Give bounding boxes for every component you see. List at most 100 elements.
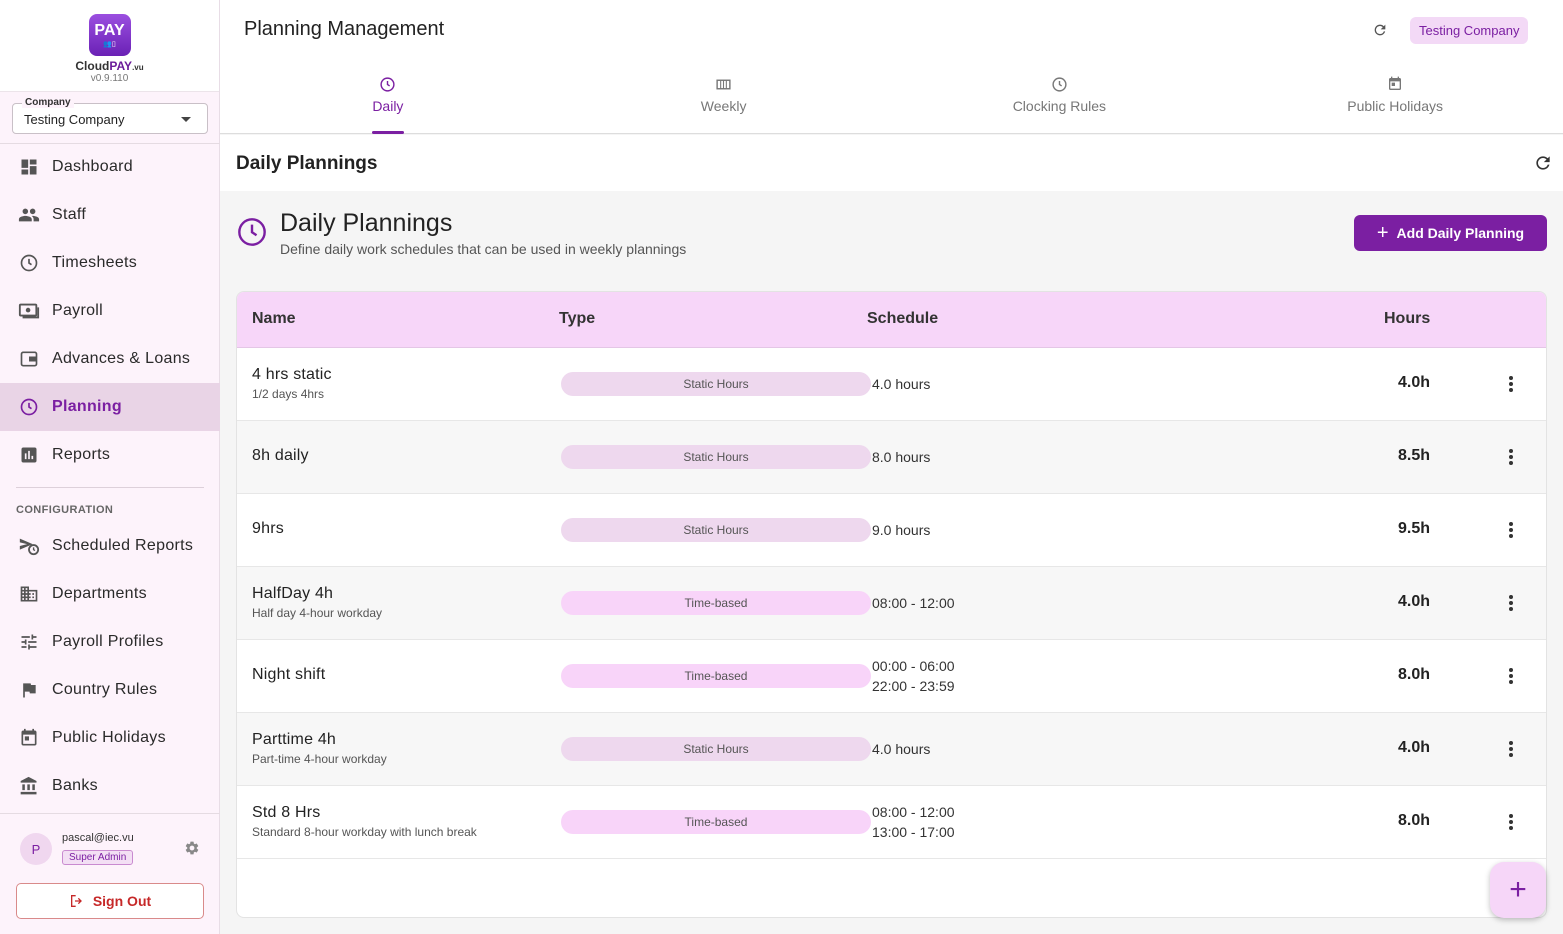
column-header-type: Type <box>559 310 596 327</box>
sidebar-item-label: Country Rules <box>52 681 158 698</box>
table-row[interactable]: Night shift Time-based 00:00 - 06:00 22:… <box>237 640 1546 713</box>
more-vert-icon[interactable] <box>1501 666 1521 686</box>
schedule-cell: 4.0 hours <box>872 374 930 394</box>
more-vert-icon[interactable] <box>1501 447 1521 467</box>
calendar-icon <box>18 727 40 749</box>
calendar-icon <box>1387 76 1403 94</box>
clock-icon <box>1051 76 1068 94</box>
hours-value: 4.0h <box>1397 739 1430 756</box>
schedule-line: 22:00 - 23:59 <box>872 678 955 694</box>
scheduled-send-icon <box>18 535 40 557</box>
tab-label: Clocking Rules <box>1012 98 1107 114</box>
sidebar-item-dashboard[interactable]: Dashboard <box>0 143 220 191</box>
hours-value: 4.0h <box>1397 593 1430 610</box>
table-row[interactable]: 9hrs Static Hours 9.0 hours 9.5h <box>237 494 1546 567</box>
top-bar: Planning Management Testing Company <box>220 0 1563 60</box>
type-badge: Static Hours <box>561 518 871 542</box>
sidebar-item-country-rules[interactable]: Country Rules <box>0 666 220 714</box>
clock-icon <box>18 252 40 274</box>
section-title: Daily Plannings <box>236 153 378 174</box>
planning-name-cell: 8h daily <box>252 447 309 465</box>
sidebar-item-timesheets[interactable]: Timesheets <box>0 239 220 287</box>
more-vert-icon[interactable] <box>1501 374 1521 394</box>
planning-tabs: Daily Weekly Clocking Rules Public Holid… <box>220 60 1563 134</box>
company-chip[interactable]: Testing Company <box>1410 17 1529 44</box>
refresh-icon[interactable] <box>1533 153 1553 178</box>
sidebar-item-scheduled-reports[interactable]: Scheduled Reports <box>0 522 220 570</box>
caret-down-icon <box>181 117 191 122</box>
sidebar-item-payroll-profiles[interactable]: Payroll Profiles <box>0 618 220 666</box>
building-icon <box>18 583 40 605</box>
more-vert-icon[interactable] <box>1501 593 1521 613</box>
sidebar-item-reports[interactable]: Reports <box>0 431 220 479</box>
add-daily-planning-button[interactable]: + Add Daily Planning <box>1354 215 1547 251</box>
logo-text: PAY <box>94 21 125 39</box>
table-row[interactable]: Std 8 Hrs Standard 8-hour workday with l… <box>237 786 1546 859</box>
week-view-icon <box>715 76 732 94</box>
planning-name-cell: HalfDay 4h Half day 4-hour workday <box>252 585 382 620</box>
gear-icon[interactable] <box>184 840 200 861</box>
tune-icon <box>18 631 40 653</box>
user-email: pascal@iec.vu <box>62 832 134 844</box>
planning-description: Half day 4-hour workday <box>252 606 383 620</box>
planning-name: HalfDay 4h <box>252 585 334 602</box>
planning-name-cell: Night shift <box>252 666 325 684</box>
planning-name: 9hrs <box>252 520 284 537</box>
table-row[interactable]: 4 hrs static 1/2 days 4hrs Static Hours … <box>237 348 1546 421</box>
sidebar-item-banks[interactable]: Banks <box>0 762 220 810</box>
sidebar-item-departments[interactable]: Departments <box>0 570 220 618</box>
refresh-icon[interactable] <box>1372 22 1388 43</box>
planning-name: 8h daily <box>252 447 309 464</box>
column-header-schedule: Schedule <box>867 310 939 327</box>
schedule-line: 13:00 - 17:00 <box>872 824 955 840</box>
logo-icon: 👥▯ <box>103 40 116 48</box>
planning-description: Part-time 4-hour workday <box>252 752 387 766</box>
tab-clocking-rules[interactable]: Clocking Rules <box>892 60 1228 133</box>
more-vert-icon[interactable] <box>1501 520 1521 540</box>
sidebar-item-public-holidays[interactable]: Public Holidays <box>0 714 220 762</box>
schedule-line: 9.0 hours <box>872 522 931 538</box>
table-row[interactable]: HalfDay 4h Half day 4-hour workday Time-… <box>237 567 1546 640</box>
user-panel: P pascal@iec.vu Super Admin Sign Out <box>0 813 220 934</box>
daily-plannings-table: Name Type Schedule Hours 4 hrs static 1/… <box>236 291 1547 918</box>
sidebar-item-staff[interactable]: Staff <box>0 191 220 239</box>
hours-value: 8.5h <box>1397 447 1430 464</box>
sidebar-item-label: Scheduled Reports <box>52 537 194 554</box>
schedule-cell: 8.0 hours <box>872 447 930 467</box>
schedule-line: 00:00 - 06:00 <box>872 658 955 674</box>
brand-prefix: Cloud <box>75 59 110 73</box>
table-row[interactable]: Parttime 4h Part-time 4-hour workday Sta… <box>237 713 1546 786</box>
add-button-label: Add Daily Planning <box>1396 225 1525 241</box>
page-title: Planning Management <box>244 18 445 40</box>
bank-icon <box>18 775 40 797</box>
schedule-cell: 4.0 hours <box>872 739 930 759</box>
sidebar-item-label: Payroll Profiles <box>52 633 164 650</box>
schedule-line: 08:00 - 12:00 <box>872 595 955 611</box>
add-fab-button[interactable]: + <box>1490 862 1546 918</box>
sidebar-item-label: Advances & Loans <box>52 350 191 367</box>
sidebar-item-label: Planning <box>52 398 122 415</box>
brand-suffix: .vu <box>132 63 144 72</box>
more-vert-icon[interactable] <box>1501 739 1521 759</box>
people-icon <box>18 204 40 226</box>
tab-public-holidays[interactable]: Public Holidays <box>1227 60 1563 133</box>
company-select[interactable]: Company Testing Company <box>12 97 208 134</box>
planning-description: Standard 8-hour workday with lunch break <box>252 825 477 839</box>
avatar[interactable]: P <box>20 833 52 865</box>
sidebar-item-planning[interactable]: Planning <box>0 383 220 431</box>
sidebar-item-advances-loans[interactable]: Advances & Loans <box>0 335 220 383</box>
table-row[interactable]: 8h daily Static Hours 8.0 hours 8.5h <box>237 421 1546 494</box>
schedule-cell: 08:00 - 12:00 <box>872 593 955 613</box>
sidebar-item-payroll[interactable]: Payroll <box>0 287 220 335</box>
schedule-cell: 00:00 - 06:00 22:00 - 23:59 <box>872 656 955 696</box>
tab-weekly[interactable]: Weekly <box>556 60 892 133</box>
tab-daily[interactable]: Daily <box>220 60 556 133</box>
bar-chart-icon <box>18 444 40 466</box>
sign-out-label: Sign Out <box>92 893 152 909</box>
brand-accent: PAY <box>109 59 133 73</box>
more-vert-icon[interactable] <box>1501 812 1521 832</box>
planning-description: 1/2 days 4hrs <box>252 387 325 401</box>
sign-out-button[interactable]: Sign Out <box>16 883 204 919</box>
app-version: v0.9.110 <box>90 73 129 84</box>
sidebar-item-label: Banks <box>52 777 98 794</box>
